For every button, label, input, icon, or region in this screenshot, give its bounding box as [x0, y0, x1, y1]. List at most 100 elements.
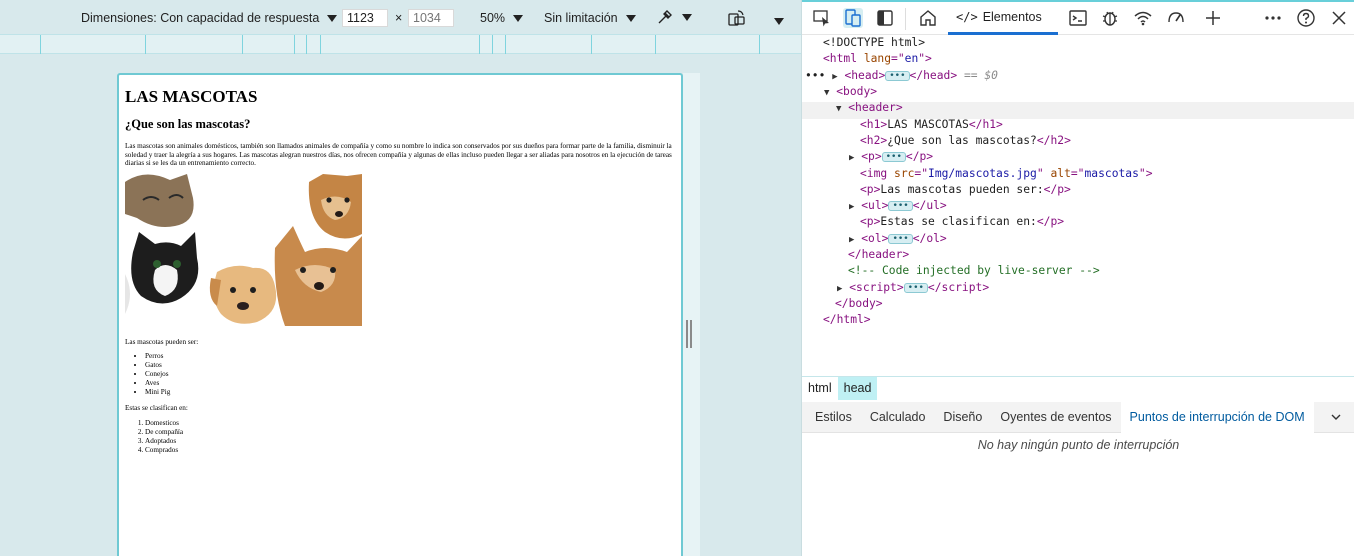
- sidebar-toggle-button[interactable]: [875, 8, 895, 28]
- dom-node-script[interactable]: ▶ <script> ••• </script>: [837, 280, 989, 296]
- collapsed-content-icon[interactable]: •••: [903, 283, 928, 293]
- more-tools-button[interactable]: [1263, 8, 1283, 28]
- dom-node-body[interactable]: ▼ <body>: [824, 84, 877, 100]
- width-input[interactable]: [342, 9, 388, 27]
- height-input[interactable]: [408, 9, 454, 27]
- more-horizontal-icon[interactable]: •••: [805, 69, 825, 82]
- tab-elements[interactable]: </> Elementos: [948, 2, 1058, 35]
- resize-handle[interactable]: [686, 320, 692, 348]
- collapse-triangle-icon[interactable]: ▼: [824, 88, 829, 98]
- list-item: Conejos: [145, 370, 675, 379]
- devtools-toolbar: </> Elementos: [802, 0, 1354, 35]
- device-emulation-pane: Dimensiones: Con capacidad de respuesta …: [0, 0, 801, 556]
- chevron-down-icon: [774, 18, 784, 26]
- tab-sources[interactable]: [1100, 8, 1120, 28]
- collapsed-content-icon[interactable]: •••: [885, 71, 910, 81]
- dom-node-h1[interactable]: <h1>LAS MASCOTAS</h1>: [860, 117, 1003, 133]
- expand-triangle-icon[interactable]: ▶: [832, 72, 837, 82]
- chevron-down-icon: [682, 13, 692, 21]
- media-query-ruler[interactable]: [0, 34, 801, 54]
- tab-computed[interactable]: Calculado: [861, 402, 935, 433]
- tab-styles[interactable]: Estilos: [802, 402, 861, 433]
- expand-triangle-icon[interactable]: ▶: [837, 284, 842, 294]
- dom-node-ol[interactable]: ▶ <ol> ••• </ol>: [849, 231, 947, 247]
- classification-list: Domesticos De compañía Adoptados Comprad…: [145, 419, 675, 455]
- page-heading: LAS MASCOTAS: [125, 87, 258, 106]
- sensors-button[interactable]: [656, 8, 692, 26]
- comment-text: <!-- Code injected by live-server -->: [848, 264, 1100, 277]
- close-icon: [1332, 11, 1346, 25]
- eyedropper-icon: [658, 10, 672, 24]
- dimensions-dropdown[interactable]: Dimensiones: Con capacidad de respuesta: [81, 11, 338, 25]
- dom-node-comment[interactable]: <!-- Code injected by live-server -->: [848, 263, 1100, 279]
- dom-node-header[interactable]: ▼ <header>: [836, 100, 903, 116]
- close-devtools-button[interactable]: [1329, 8, 1349, 28]
- dom-node-doctype[interactable]: <!DOCTYPE html>: [823, 35, 925, 51]
- expand-triangle-icon[interactable]: ▶: [849, 235, 854, 245]
- tab-layout[interactable]: Diseño: [934, 402, 991, 433]
- help-button[interactable]: [1296, 8, 1316, 28]
- tab-network[interactable]: [1133, 8, 1153, 28]
- add-tool-button[interactable]: [1203, 8, 1223, 28]
- inspect-button[interactable]: [812, 8, 832, 28]
- welcome-tab[interactable]: [918, 8, 938, 28]
- dom-node-p2[interactable]: <p>Las mascotas pueden ser:</p>: [860, 182, 1071, 198]
- chevron-down-icon[interactable]: [1331, 412, 1341, 422]
- dom-node-h2[interactable]: <h2>¿Que son las mascotas?</h2>: [860, 133, 1071, 149]
- h2-text: ¿Que son las mascotas?: [887, 134, 1037, 147]
- dimensions-label: Dimensiones: Con capacidad de respuesta: [81, 11, 320, 25]
- img-alt-value: mascotas: [1084, 167, 1139, 180]
- zoom-dropdown[interactable]: 50%: [480, 11, 524, 25]
- plus-icon: [1206, 11, 1220, 25]
- dom-node-header-close[interactable]: </header>: [848, 247, 909, 263]
- collapsed-content-icon[interactable]: •••: [888, 201, 913, 211]
- breadcrumb: html head: [802, 376, 1354, 400]
- intro-paragraph: Las mascotas son animales domésticos, ta…: [125, 142, 672, 168]
- devtools-panel: </> Elementos <!DOCTYPE html> <html lang…: [801, 0, 1354, 556]
- expand-triangle-icon[interactable]: ▶: [849, 153, 854, 163]
- dom-node-p3[interactable]: <p>Estas se clasifican en:</p>: [860, 214, 1064, 230]
- page-preview[interactable]: LAS MASCOTAS ¿Que son las mascotas? Las …: [117, 73, 683, 556]
- list-item: Mini Pig: [145, 388, 675, 397]
- device-toggle-button[interactable]: [843, 8, 863, 28]
- dom-node-html-close[interactable]: </html>: [823, 312, 871, 328]
- more-options-button[interactable]: [774, 14, 784, 28]
- tab-console[interactable]: [1068, 8, 1088, 28]
- rotate-button[interactable]: [727, 9, 747, 30]
- selected-node-marker: == $0: [963, 69, 998, 82]
- throttle-dropdown[interactable]: Sin limitación: [544, 11, 636, 25]
- dom-node-p[interactable]: ▶ <p> ••• </p>: [849, 149, 933, 165]
- throttle-label: Sin limitación: [544, 11, 618, 25]
- page-subheading: ¿Que son las mascotas?: [125, 117, 251, 131]
- collapsed-content-icon[interactable]: •••: [881, 152, 906, 162]
- home-icon: [920, 10, 936, 26]
- breadcrumb-html[interactable]: html: [802, 377, 838, 400]
- list-intro: Las mascotas pueden ser:: [125, 337, 199, 346]
- dom-node-body-close[interactable]: </body>: [835, 296, 883, 312]
- collapse-triangle-icon[interactable]: ▼: [836, 104, 841, 114]
- gauge-icon: [1168, 12, 1184, 23]
- device-toolbar: Dimensiones: Con capacidad de respuesta …: [0, 0, 801, 36]
- chevron-down-icon: [327, 14, 338, 22]
- dom-node-html[interactable]: <html lang="en">: [823, 51, 932, 67]
- chevron-down-icon: [625, 14, 636, 22]
- tab-performance[interactable]: [1166, 8, 1186, 28]
- h1-text: LAS MASCOTAS: [887, 118, 969, 131]
- dom-node-ul[interactable]: ▶ <ul> ••• </ul>: [849, 198, 947, 214]
- breadcrumb-head[interactable]: head: [837, 377, 878, 400]
- dom-tree[interactable]: <!DOCTYPE html> <html lang="en"> ••• ▶ <…: [802, 35, 1354, 375]
- list-item: De compañía: [145, 428, 675, 437]
- chevron-down-icon: [513, 14, 524, 22]
- expand-triangle-icon[interactable]: ▶: [849, 202, 854, 212]
- classification-intro: Estas se clasifican en:: [125, 404, 188, 413]
- tab-event-listeners[interactable]: Oyentes de eventos: [991, 402, 1120, 433]
- collapsed-content-icon[interactable]: •••: [888, 234, 913, 244]
- dom-node-img[interactable]: <img src="Img/mascotas.jpg" alt="mascota…: [860, 166, 1153, 182]
- img-src-value[interactable]: Img/mascotas.jpg: [928, 167, 1037, 180]
- tab-dom-breakpoints[interactable]: Puntos de interrupción de DOM: [1120, 401, 1314, 433]
- list-item: Perros: [145, 352, 675, 361]
- list-item: Gatos: [145, 361, 675, 370]
- dom-node-head[interactable]: ••• ▶ <head> ••• </head> == $0: [805, 68, 998, 84]
- empty-state-message: No hay ningún punto de interrupción: [977, 438, 1180, 452]
- pets-image: [125, 173, 362, 326]
